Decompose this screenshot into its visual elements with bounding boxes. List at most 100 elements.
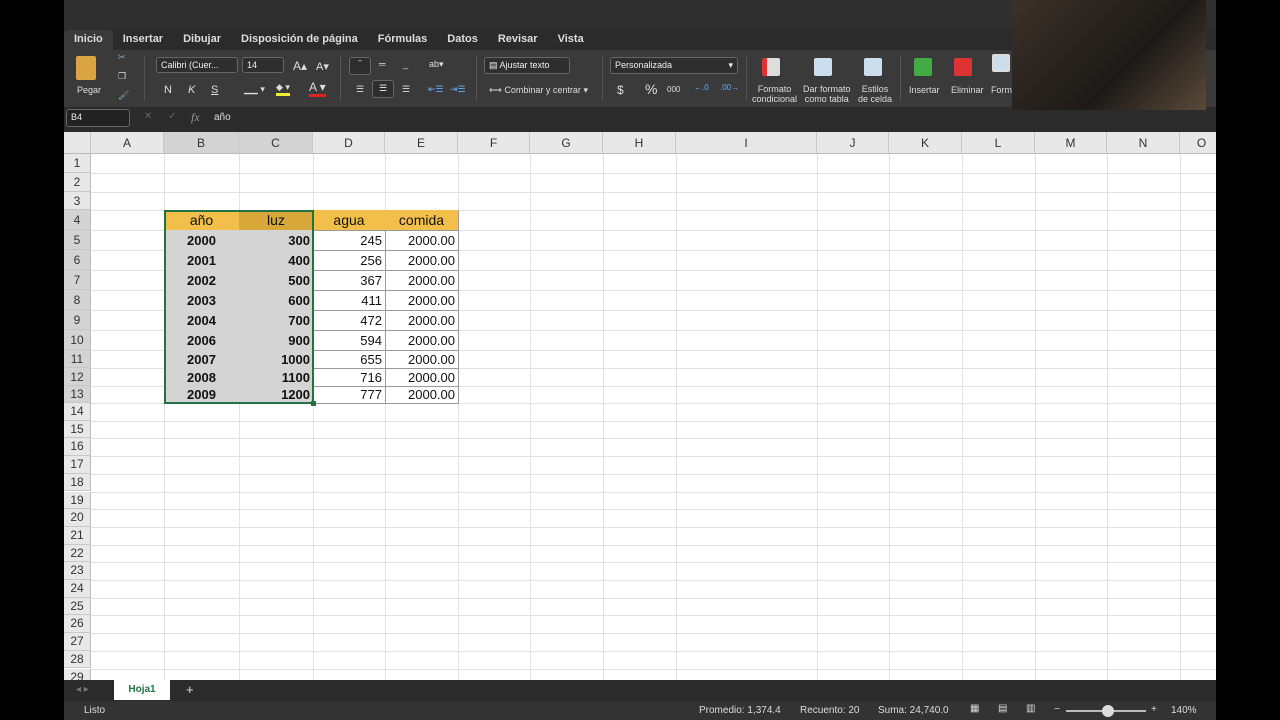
delete-button[interactable]: Eliminar (951, 85, 984, 95)
zoom-level[interactable]: 140% (1171, 705, 1197, 716)
row-header-27[interactable]: 27 (64, 633, 91, 651)
zoom-slider[interactable] (1066, 705, 1146, 717)
format-cells-icon[interactable] (992, 54, 1010, 72)
row-header-19[interactable]: 19 (64, 491, 91, 510)
column-header-H[interactable]: H (603, 132, 676, 154)
header-cell-agua[interactable]: agua (313, 210, 386, 231)
row-header-29[interactable]: 29 (64, 668, 91, 680)
row-header-18[interactable]: 18 (64, 473, 91, 492)
cell[interactable]: 367 (313, 270, 386, 291)
table-format-button[interactable]: Dar formato como tabla (803, 84, 851, 104)
align-left-icon[interactable]: ☰ (356, 84, 364, 95)
cell[interactable]: 2000.00 (385, 270, 459, 291)
row-header-1[interactable]: 1 (64, 154, 91, 173)
align-center-button[interactable]: ☰ (372, 80, 394, 98)
row-header-24[interactable]: 24 (64, 580, 91, 598)
row-header-16[interactable]: 16 (64, 438, 91, 457)
zoom-in-icon[interactable]: + (1151, 704, 1157, 715)
column-header-K[interactable]: K (889, 132, 962, 154)
cell[interactable]: 245 (313, 230, 386, 251)
row-header-7[interactable]: 7 (64, 270, 91, 290)
cell[interactable]: 2000.00 (385, 230, 459, 251)
tab-inicio[interactable]: Inicio (64, 30, 113, 50)
align-middle-icon[interactable]: ═ (379, 59, 385, 69)
column-header-O[interactable]: O (1180, 132, 1216, 154)
borders-icon[interactable]: ▁▁ ▾ (244, 84, 265, 95)
tab-revisar[interactable]: Revisar (488, 30, 548, 50)
name-box[interactable]: B4 (66, 109, 130, 127)
currency-button[interactable]: $ (617, 83, 624, 97)
row-header-5[interactable]: 5 (64, 230, 91, 250)
thousands-button[interactable]: 000 (667, 85, 680, 94)
column-header-F[interactable]: F (458, 132, 530, 154)
row-header-9[interactable]: 9 (64, 310, 91, 330)
insert-cells-icon[interactable] (914, 58, 932, 76)
column-header-E[interactable]: E (385, 132, 458, 154)
row-header-21[interactable]: 21 (64, 526, 91, 545)
increase-font-icon[interactable]: A▴ (293, 59, 307, 73)
cell[interactable]: 411 (313, 290, 386, 311)
bold-button[interactable]: N (164, 84, 172, 96)
font-name-select[interactable]: Calibri (Cuer... (156, 57, 238, 73)
zoom-out-icon[interactable]: − (1054, 704, 1060, 715)
confirm-icon[interactable]: ✓ (168, 111, 176, 122)
font-color-icon[interactable]: A ▾ (309, 80, 326, 97)
cell[interactable]: 2000.00 (385, 368, 459, 387)
copy-icon[interactable]: ❐ (118, 71, 126, 82)
column-header-G[interactable]: G (530, 132, 603, 154)
column-header-J[interactable]: J (817, 132, 889, 154)
insert-button[interactable]: Insertar (909, 85, 940, 95)
increase-indent-icon[interactable]: ⇥☰ (450, 84, 466, 95)
row-header-13[interactable]: 13 (64, 386, 91, 403)
row-header-15[interactable]: 15 (64, 420, 91, 439)
number-format-select[interactable]: Personalizada ▾ (610, 57, 738, 74)
column-header-A[interactable]: A (91, 132, 164, 154)
header-cell-comida[interactable]: comida (385, 210, 459, 231)
fill-color-icon[interactable]: ◆ ▾ (276, 82, 290, 96)
add-sheet-icon[interactable]: + (186, 682, 194, 697)
row-header-23[interactable]: 23 (64, 562, 91, 580)
cell[interactable]: 655 (313, 350, 386, 369)
align-right-icon[interactable]: ☰ (402, 84, 410, 95)
row-header-6[interactable]: 6 (64, 250, 91, 270)
cell-styles-icon[interactable] (864, 58, 882, 76)
conditional-format-button[interactable]: Formato condicional (752, 84, 797, 104)
cell[interactable]: 2000.00 (385, 250, 459, 271)
page-layout-icon[interactable]: ▤ (998, 703, 1007, 714)
cancel-icon[interactable]: ✕ (144, 111, 152, 122)
paste-button[interactable]: Pegar (77, 85, 101, 95)
wrap-text-button[interactable]: ▤ Ajustar texto (484, 57, 570, 74)
row-header-28[interactable]: 28 (64, 650, 91, 669)
align-top-button[interactable]: ‾ (349, 57, 371, 75)
italic-button[interactable]: K (188, 84, 195, 96)
underline-button[interactable]: S (211, 84, 218, 96)
row-header-2[interactable]: 2 (64, 173, 91, 192)
cell-styles-button[interactable]: Estilos de celda (858, 84, 892, 104)
row-header-20[interactable]: 20 (64, 509, 91, 527)
row-header-4[interactable]: 4 (64, 210, 91, 230)
increase-decimal-icon[interactable]: ←.0 (694, 83, 709, 92)
cell[interactable]: 2000.00 (385, 290, 459, 311)
row-header-11[interactable]: 11 (64, 350, 91, 368)
cell[interactable]: 256 (313, 250, 386, 271)
prev-sheet-icon[interactable]: ◂ ▸ (76, 684, 89, 695)
spreadsheet-grid[interactable]: A B C D E F G H I J K L M N O 1 2 3 4 5 6 7 8 9 10 11 12 13 14 15 16 17… (64, 132, 1216, 680)
tab-disposición-de-página[interactable]: Disposición de página (231, 30, 368, 50)
cell[interactable]: 716 (313, 368, 386, 387)
decrease-decimal-icon[interactable]: .00→ (720, 83, 739, 92)
decrease-indent-icon[interactable]: ⇤☰ (428, 84, 444, 95)
font-size-select[interactable]: 14 (242, 57, 284, 73)
row-header-12[interactable]: 12 (64, 368, 91, 386)
align-bottom-icon[interactable]: _ (403, 59, 408, 69)
decrease-font-icon[interactable]: A▾ (316, 60, 329, 73)
sheet-tab-hoja1[interactable]: Hoja1 (114, 680, 170, 700)
row-header-8[interactable]: 8 (64, 290, 91, 310)
formula-input[interactable]: año (214, 112, 231, 123)
cell[interactable]: 472 (313, 310, 386, 331)
column-header-C[interactable]: C (239, 132, 313, 154)
conditional-format-icon[interactable] (762, 58, 780, 76)
cell[interactable]: 2000.00 (385, 330, 459, 351)
table-format-icon[interactable] (814, 58, 832, 76)
merge-center-button[interactable]: ⟷ Combinar y centrar ▾ (489, 85, 588, 96)
page-break-icon[interactable]: ▥ (1026, 703, 1035, 714)
